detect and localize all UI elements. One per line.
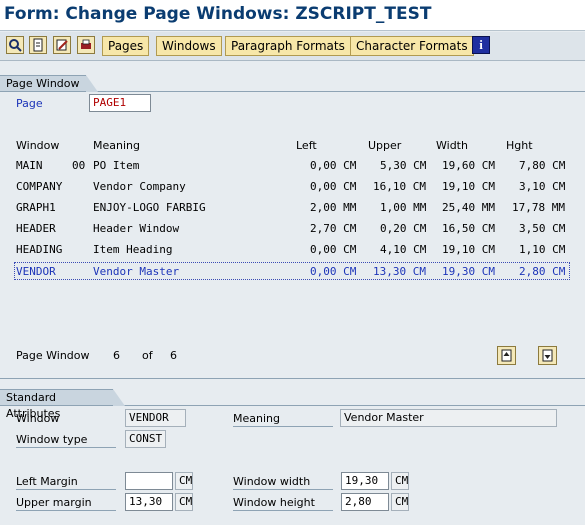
meaning-field[interactable]: Vendor Master <box>340 409 557 427</box>
cell-left: 0,00 CM <box>310 265 357 278</box>
cell-left: 0,00 CM <box>310 159 357 172</box>
col-header-window[interactable]: Window <box>16 139 59 152</box>
section-divider <box>0 378 585 379</box>
cell-height: 7,80 CM <box>519 159 566 172</box>
upper-margin-unit[interactable]: CM <box>175 493 193 511</box>
window-height-label: Window height <box>233 496 333 511</box>
table-row[interactable]: COMPANY Vendor Company 0,00 CM 16,10 CM … <box>14 178 570 196</box>
cell-window: HEADING <box>16 243 63 256</box>
page-label: Page <box>16 97 43 110</box>
pager-label: Page Window <box>16 349 90 362</box>
next-page-button[interactable] <box>538 346 557 365</box>
cell-meaning: Item Heading <box>93 243 173 256</box>
cell-left: 0,00 CM <box>310 180 357 193</box>
page-down-icon <box>542 349 553 362</box>
window-width-field[interactable]: 19,30 <box>341 472 389 490</box>
page-field[interactable]: PAGE1 <box>89 94 151 112</box>
cell-width: 25,40 MM <box>442 201 495 214</box>
cell-window: GRAPH1 <box>16 201 56 214</box>
window-title: Form: Change Page Windows: ZSCRIPT_TEST <box>4 4 432 24</box>
cell-number: 00 <box>72 159 86 172</box>
cell-width: 16,50 CM <box>442 222 495 235</box>
left-margin-field[interactable] <box>125 472 173 490</box>
pager-of: of <box>142 349 153 362</box>
cell-upper: 16,10 CM <box>373 180 426 193</box>
table-row[interactable]: MAIN 00 PO Item 0,00 CM 5,30 CM 19,60 CM… <box>14 157 570 175</box>
window-type-label: Window type <box>16 433 116 448</box>
info-icon[interactable]: i <box>472 36 490 54</box>
previous-page-button[interactable] <box>497 346 516 365</box>
cell-window: COMPANY <box>16 180 63 193</box>
window-width-label: Window width <box>233 475 333 490</box>
cell-width: 19,10 CM <box>442 180 495 193</box>
col-header-width[interactable]: Width <box>436 139 468 152</box>
cell-upper: 13,30 CM <box>373 265 426 278</box>
page-window-group-title: Page Window <box>0 75 98 92</box>
upper-margin-field[interactable]: 13,30 <box>125 493 173 511</box>
edit-icon[interactable] <box>53 36 71 54</box>
window-width-unit[interactable]: CM <box>391 472 409 490</box>
window-label: Window <box>16 412 60 425</box>
cell-upper: 4,10 CM <box>380 243 427 256</box>
cell-window: HEADER <box>16 222 56 235</box>
cell-width: 19,30 CM <box>442 265 495 278</box>
paragraph-formats-button[interactable]: Paragraph Formats <box>225 36 351 56</box>
pages-button[interactable]: Pages <box>102 36 150 56</box>
table-row[interactable]: HEADER Header Window 2,70 CM 0,20 CM 16,… <box>14 220 570 238</box>
cell-left: 2,00 MM <box>310 201 357 214</box>
window-field[interactable]: VENDOR <box>125 409 186 427</box>
title-bar: Form: Change Page Windows: ZSCRIPT_TEST <box>0 0 585 31</box>
cell-width: 19,10 CM <box>442 243 495 256</box>
cell-window: MAIN <box>16 159 43 172</box>
table-row[interactable]: HEADING Item Heading 0,00 CM 4,10 CM 19,… <box>14 241 570 259</box>
application-toolbar: Pages Windows Paragraph Formats Characte… <box>0 32 585 61</box>
cell-upper: 0,20 CM <box>380 222 427 235</box>
pager-current: 6 <box>113 349 120 362</box>
cell-height: 2,80 CM <box>519 265 566 278</box>
left-margin-label: Left Margin <box>16 475 116 490</box>
window-type-field[interactable]: CONST <box>125 430 166 448</box>
cell-window: VENDOR <box>16 265 56 278</box>
cell-height: 1,10 CM <box>519 243 566 256</box>
upper-margin-label: Upper margin <box>16 496 116 511</box>
col-header-left[interactable]: Left <box>296 139 317 152</box>
cell-meaning: Vendor Company <box>93 180 186 193</box>
cell-height: 3,50 CM <box>519 222 566 235</box>
cell-meaning: Vendor Master <box>93 265 180 278</box>
window-height-unit[interactable]: CM <box>391 493 409 511</box>
table-row[interactable]: GRAPH1 ENJOY-LOGO FARBIG 2,00 MM 1,00 MM… <box>14 199 570 217</box>
left-margin-unit[interactable]: CM <box>175 472 193 490</box>
pager-total: 6 <box>170 349 177 362</box>
windows-button[interactable]: Windows <box>156 36 222 56</box>
page-up-icon <box>501 349 512 362</box>
standard-attributes-group-title: Standard Attributes <box>0 389 125 420</box>
cell-left: 0,00 CM <box>310 243 357 256</box>
meaning-label: Meaning <box>233 412 333 427</box>
cell-meaning: ENJOY-LOGO FARBIG <box>93 201 206 214</box>
cell-meaning: Header Window <box>93 222 180 235</box>
table-row-selected[interactable]: VENDOR Vendor Master 0,00 CM 13,30 CM 19… <box>14 262 570 280</box>
search-icon[interactable] <box>6 36 24 54</box>
page-window-group-label: Page Window <box>6 77 80 90</box>
print-icon[interactable] <box>77 36 95 54</box>
cell-left: 2,70 CM <box>310 222 357 235</box>
cell-upper: 5,30 CM <box>380 159 427 172</box>
col-header-upper[interactable]: Upper <box>368 139 401 152</box>
cell-width: 19,60 CM <box>442 159 495 172</box>
cell-height: 17,78 MM <box>512 201 565 214</box>
character-formats-button[interactable]: Character Formats <box>350 36 474 56</box>
cell-meaning: PO Item <box>93 159 140 172</box>
col-header-meaning[interactable]: Meaning <box>93 139 140 152</box>
document-icon[interactable] <box>29 36 47 54</box>
col-header-height[interactable]: Hght <box>506 139 533 152</box>
cell-upper: 1,00 MM <box>380 201 427 214</box>
window-height-field[interactable]: 2,80 <box>341 493 389 511</box>
cell-height: 3,10 CM <box>519 180 566 193</box>
